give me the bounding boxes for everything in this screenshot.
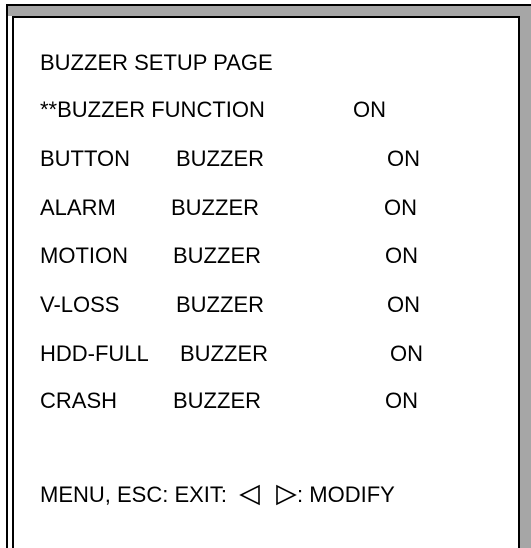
motion-buzzer-label: BUZZER	[173, 243, 261, 268]
alarm-buzzer-value[interactable]: ON	[384, 195, 417, 221]
buzzer-function-label[interactable]: **BUZZER FUNCTION	[40, 97, 265, 123]
motion-buzzer-value[interactable]: ON	[385, 243, 418, 269]
modify-hint-text: : MODIFY	[297, 482, 395, 507]
window-shadow-right	[520, 6, 531, 548]
menu-hint-bar: MENU, ESC: EXIT: : MODIFY	[40, 482, 395, 508]
button-buzzer-value[interactable]: ON	[387, 146, 420, 172]
crash-buzzer-label: BUZZER	[173, 388, 261, 413]
vloss-buzzer-value[interactable]: ON	[387, 292, 420, 318]
hddfull-buzzer-label: BUZZER	[180, 341, 268, 366]
buzzer-setup-panel	[12, 16, 520, 548]
button-buzzer-name[interactable]: BUTTON	[40, 146, 130, 172]
left-triangle-icon	[239, 484, 260, 506]
page-title: BUZZER SETUP PAGE	[40, 50, 273, 75]
vloss-buzzer-label: BUZZER	[176, 292, 264, 317]
button-buzzer-label: BUZZER	[176, 146, 264, 171]
exit-hint-text: MENU, ESC: EXIT:	[40, 482, 228, 507]
right-triangle-icon	[276, 484, 297, 506]
alarm-buzzer-name[interactable]: ALARM	[40, 195, 116, 221]
vloss-buzzer-name[interactable]: V-LOSS	[40, 292, 119, 318]
crash-buzzer-name[interactable]: CRASH	[40, 388, 117, 414]
crash-buzzer-value[interactable]: ON	[385, 388, 418, 414]
buzzer-function-value[interactable]: ON	[353, 97, 386, 123]
hddfull-buzzer-name[interactable]: HDD-FULL	[40, 341, 149, 367]
alarm-buzzer-label: BUZZER	[171, 195, 259, 220]
motion-buzzer-name[interactable]: MOTION	[40, 243, 128, 269]
hddfull-buzzer-value[interactable]: ON	[390, 341, 423, 367]
window-shadow-top	[8, 6, 531, 16]
